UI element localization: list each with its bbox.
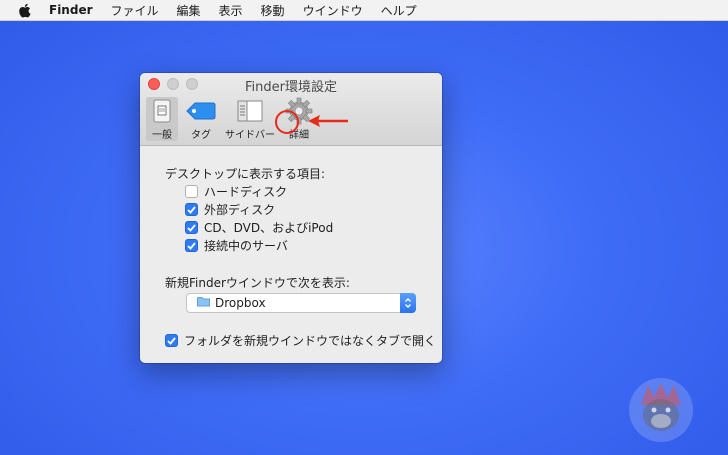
menu-help[interactable]: ヘルプ: [381, 2, 417, 19]
red-arrow-icon: [308, 115, 348, 127]
cds-dvds-ipods-checkbox-row[interactable]: CD、DVD、およびiPod: [185, 219, 333, 236]
menu-window[interactable]: ウインドウ: [303, 2, 363, 19]
tab-tags-label: タグ: [191, 130, 211, 141]
tag-icon: [186, 97, 216, 125]
connected-servers-checkbox[interactable]: [185, 239, 198, 252]
tab-sidebar-label: サイドバー: [225, 130, 275, 141]
menu-go[interactable]: 移動: [261, 2, 285, 19]
checkmark-icon: [187, 223, 196, 232]
external-disks-checkbox[interactable]: [185, 203, 198, 216]
external-disks-label: 外部ディスク: [204, 203, 276, 217]
menu-view[interactable]: 表示: [219, 2, 243, 19]
open-in-tabs-label: フォルダを新規ウインドウではなくタブで開く: [184, 334, 437, 348]
highlight-circle: [275, 110, 299, 134]
menu-bar: Finder ファイル 編集 表示 移動 ウインドウ ヘルプ: [0, 0, 728, 21]
apple-icon[interactable]: [18, 3, 31, 18]
tab-tags[interactable]: タグ: [182, 97, 220, 141]
new-window-shows-label: 新規Finderウインドウで次を表示:: [165, 276, 350, 290]
folder-icon: [197, 296, 210, 310]
connected-servers-checkbox-row[interactable]: 接続中のサーバ: [185, 237, 288, 254]
checkmark-icon: [187, 241, 196, 250]
select-stepper-icon[interactable]: [400, 293, 416, 313]
cds-dvds-ipods-checkbox[interactable]: [185, 221, 198, 234]
new-window-target-select[interactable]: Dropbox: [186, 293, 416, 313]
gorilla-logo-icon: [629, 378, 693, 442]
hard-disks-checkbox-row[interactable]: ハードディスク: [185, 183, 287, 200]
tab-general[interactable]: 一般: [146, 97, 178, 141]
connected-servers-label: 接続中のサーバ: [204, 239, 288, 253]
cds-dvds-ipods-label: CD、DVD、およびiPod: [204, 221, 334, 235]
menu-edit[interactable]: 編集: [177, 2, 201, 19]
new-window-target-value: Dropbox: [215, 296, 266, 310]
tab-general-label: 一般: [152, 130, 172, 141]
external-disks-checkbox-row[interactable]: 外部ディスク: [185, 201, 275, 218]
desktop-items-label: デスクトップに表示する項目:: [165, 167, 326, 181]
title-bar: Finder環境設定 一般 タグ サイドバー 詳細: [140, 73, 442, 146]
hard-disks-checkbox[interactable]: [185, 185, 198, 198]
menu-finder[interactable]: Finder: [49, 3, 93, 17]
general-icon: [152, 97, 172, 125]
checkmark-icon: [167, 336, 176, 345]
checkmark-icon: [187, 205, 196, 214]
menu-file[interactable]: ファイル: [111, 2, 159, 19]
open-in-tabs-checkbox[interactable]: [165, 334, 178, 347]
tab-sidebar[interactable]: サイドバー: [224, 97, 276, 141]
sidebar-icon: [237, 97, 263, 125]
open-in-tabs-checkbox-row[interactable]: フォルダを新規ウインドウではなくタブで開く: [165, 332, 436, 349]
hard-disks-label: ハードディスク: [204, 185, 288, 199]
window-title: Finder環境設定: [245, 80, 337, 95]
